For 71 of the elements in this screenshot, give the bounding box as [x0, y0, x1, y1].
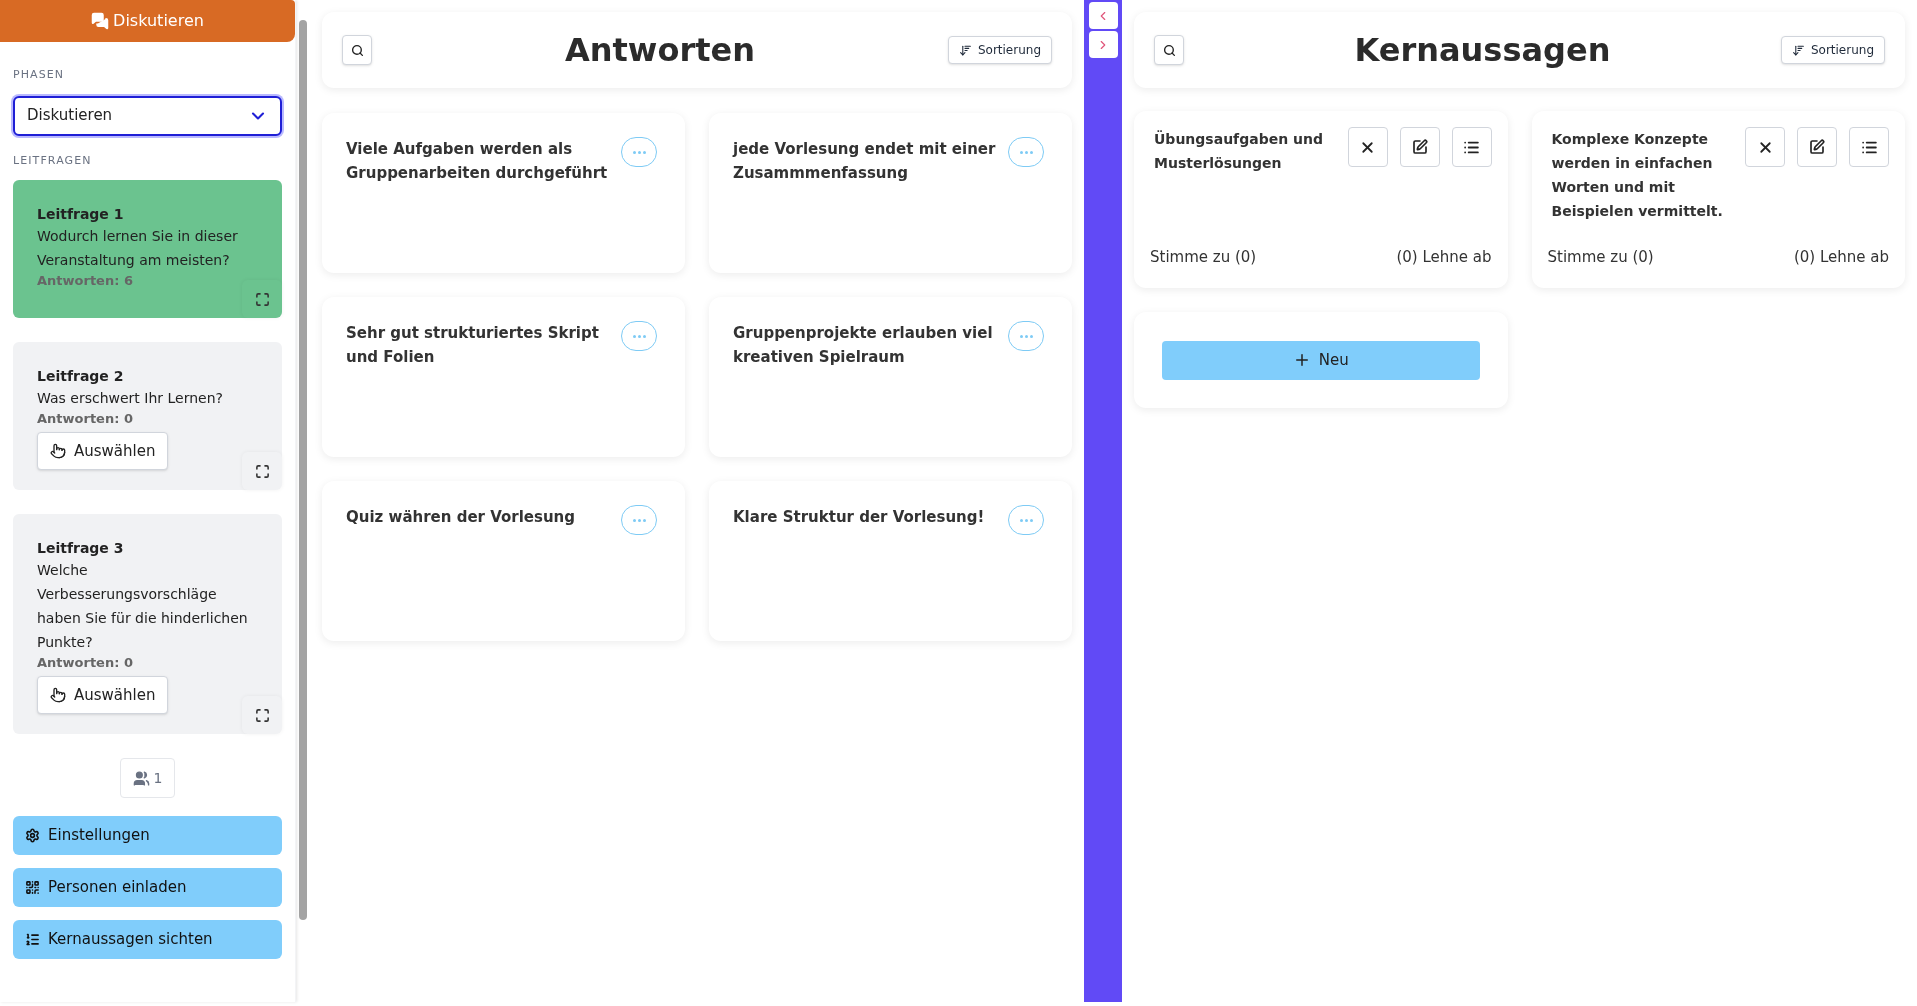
users-icon [132, 769, 150, 787]
pointer-hand-icon [50, 687, 66, 703]
agree-count[interactable]: Stimme zu (0) [1150, 245, 1257, 268]
qr-code-icon [25, 880, 40, 895]
question-text: Was erschwert Ihr Lernen? [37, 389, 224, 408]
ellipsis-icon [1019, 518, 1033, 522]
question-title: Leitfrage 3 [37, 539, 125, 558]
sort-icon [958, 43, 972, 57]
answer-count: Antworten: 0 [37, 410, 134, 428]
answer-text: Viele Aufgaben werden als Gruppenarbeiten durchgeführt [346, 139, 609, 184]
select-button[interactable]: Auswählen [37, 676, 169, 714]
search-icon [350, 43, 364, 57]
panel-title: Kernaussagen [1354, 30, 1611, 71]
settings-icon [25, 828, 40, 843]
numbered-list-icon [25, 932, 40, 947]
phase-header-title: Diskutieren [113, 10, 204, 32]
expand-icon [254, 291, 270, 307]
question-text: Welche Verbesserungsvorschläge haben Sie für die hinderlichen Punkte? [37, 561, 249, 652]
delete-button[interactable] [1347, 127, 1388, 167]
collapse-left-button[interactable] [1088, 2, 1118, 29]
select-button[interactable]: Auswählen [37, 432, 169, 470]
reject-count[interactable]: (0) Lehne ab [1793, 245, 1889, 268]
edit-icon [1809, 139, 1825, 155]
question-card[interactable]: Leitfrage 2 Was erschwert Ihr Lernen? Antworten: 0 Auswählen [13, 342, 282, 490]
expand-icon [254, 707, 270, 723]
agree-count[interactable]: Stimme zu (0) [1547, 245, 1654, 268]
edit-button[interactable] [1399, 127, 1440, 167]
question-text: Wodurch lernen Sie in dieser Veranstaltung am meisten? [37, 227, 239, 270]
action-button[interactable]: Einstellungen [13, 816, 282, 855]
delete-button[interactable] [1745, 127, 1785, 167]
ellipsis-icon [632, 334, 646, 338]
chat-bubbles-icon [91, 12, 110, 30]
list-button[interactable] [1849, 127, 1889, 167]
question-card[interactable]: Leitfrage 3 Welche Verbesserungsvorschläge haben Sie für die hinderlichen Punkte? Antworten: 0 Auswählen [13, 514, 282, 734]
expand-icon [254, 463, 270, 479]
answer-text: jede Vorlesung endet mit einer Zusammmenfassung [733, 139, 997, 184]
action-button[interactable]: Kernaussagen sichten [13, 920, 282, 959]
panel-title: Antworten [565, 30, 755, 71]
ellipsis-icon [632, 518, 646, 522]
answer-count: Antworten: 0 [37, 654, 134, 672]
answer-text: Sehr gut strukturiertes Skript und Folien [346, 323, 600, 368]
list-button[interactable] [1451, 127, 1492, 167]
sort-button[interactable]: Sortierung [947, 36, 1052, 64]
edit-icon [1411, 139, 1428, 155]
edit-button[interactable] [1797, 127, 1837, 167]
ellipsis-icon [1019, 334, 1033, 338]
reject-count[interactable]: (0) Lehne ab [1396, 245, 1492, 268]
collapse-right-button[interactable] [1088, 31, 1118, 58]
phase-select[interactable]: Diskutieren [13, 95, 282, 136]
statement-text: Komplexe Konzepte werden in einfachen Worten und mit Beispielen vermittelt. [1550, 130, 1724, 221]
answer-text: Klare Struktur der Vorlesung! [733, 507, 986, 528]
new-button[interactable]: Neu [1162, 340, 1480, 380]
ellipsis-icon [632, 150, 646, 154]
search-button[interactable] [1154, 35, 1184, 65]
question-title: Leitfrage 2 [37, 367, 125, 386]
question-title: Leitfrage 1 [37, 205, 125, 224]
section-label: PHASEN [13, 67, 66, 83]
section-label: LEITFRAGEN [13, 152, 93, 169]
sort-icon [1791, 43, 1805, 57]
search-button[interactable] [342, 35, 372, 65]
pointer-hand-icon [50, 443, 66, 459]
answer-text: Gruppenprojekte erlauben viel kreativen Spielraum [733, 323, 994, 368]
participant-count: 1 [119, 758, 176, 798]
search-icon [1162, 43, 1176, 57]
sort-button[interactable]: Sortierung [1780, 36, 1885, 64]
answer-count: Antworten: 6 [37, 272, 134, 290]
answer-text: Quiz währen der Vorlesung [346, 507, 576, 528]
ellipsis-icon [1019, 150, 1033, 154]
statement-text: Übungsaufgaben und Musterlösungen [1153, 129, 1324, 173]
action-button[interactable]: Personen einladen [13, 868, 282, 907]
question-card[interactable]: Leitfrage 1 Wodurch lernen Sie in dieser Veranstaltung am meisten? Antworten: 6 [13, 180, 282, 318]
